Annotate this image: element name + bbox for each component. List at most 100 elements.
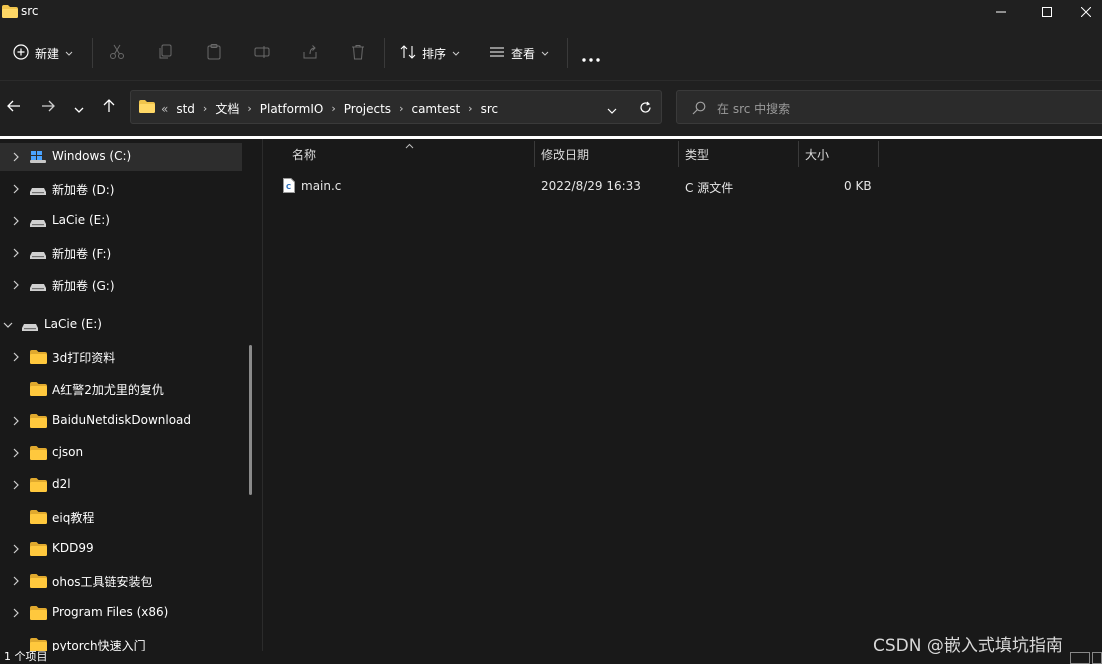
c-file-icon: C <box>283 178 295 196</box>
cut-icon[interactable] <box>109 44 125 63</box>
chevron-right-icon[interactable] <box>10 543 22 555</box>
breadcrumb-overflow[interactable]: « <box>161 102 168 116</box>
sidebar-item-folder[interactable]: A红警2加尤里的复仇 <box>0 375 242 403</box>
chevron-right-icon[interactable] <box>10 607 22 619</box>
column-header-type[interactable]: 类型 <box>685 141 709 167</box>
chevron-right-icon: › <box>247 102 252 115</box>
file-type: C 源文件 <box>685 181 734 195</box>
breadcrumb-item[interactable]: Projects <box>344 102 391 116</box>
sidebar-item-lacie-e[interactable]: LaCie (E:) <box>0 207 242 235</box>
tiles-view-icon[interactable] <box>1092 652 1102 664</box>
more-icon[interactable] <box>582 51 600 65</box>
minimize-button[interactable] <box>978 0 1024 24</box>
sort-button[interactable]: 排序 <box>400 38 460 68</box>
column-header-size[interactable]: 大小 <box>805 141 829 167</box>
copy-icon[interactable] <box>158 44 174 63</box>
details-view-icon[interactable] <box>1070 652 1090 664</box>
chevron-right-icon[interactable] <box>10 415 22 427</box>
forward-arrow-icon[interactable] <box>41 99 55 116</box>
sidebar-item-label: KDD99 <box>52 541 94 555</box>
new-button[interactable]: 新建 <box>13 38 73 68</box>
chevron-right-icon[interactable] <box>10 183 22 195</box>
window-title: src <box>21 4 39 18</box>
breadcrumb-item[interactable]: camtest <box>411 102 460 116</box>
search-icon <box>692 101 706 118</box>
breadcrumb-item[interactable]: std <box>176 102 195 116</box>
paste-icon[interactable] <box>206 44 222 63</box>
chevron-right-icon[interactable] <box>10 151 22 163</box>
sidebar-item-drive-f[interactable]: 新加卷 (F:) <box>0 239 242 267</box>
toolbar-divider <box>384 38 385 68</box>
sidebar-item-label: 新加卷 (G:) <box>52 279 115 293</box>
recent-chevron-icon[interactable] <box>74 103 84 117</box>
address-dropdown-icon[interactable] <box>607 104 617 118</box>
sidebar-item-folder[interactable]: cjson <box>0 439 242 467</box>
delete-icon[interactable] <box>350 44 366 63</box>
chevron-right-icon[interactable] <box>10 279 22 291</box>
column-divider[interactable] <box>878 141 879 167</box>
chevron-right-icon[interactable] <box>10 215 22 227</box>
sidebar-item-folder[interactable]: d2l <box>0 471 242 499</box>
back-arrow-icon[interactable] <box>7 99 21 116</box>
up-arrow-icon[interactable] <box>102 99 116 116</box>
close-button[interactable] <box>1070 0 1102 24</box>
column-header-name[interactable]: 名称 <box>292 141 316 167</box>
sidebar-item-drive-g[interactable]: 新加卷 (G:) <box>0 271 242 299</box>
folder-icon <box>30 446 47 463</box>
new-button-label: 新建 <box>35 46 60 61</box>
chevron-right-icon: › <box>331 102 336 115</box>
sidebar-item-label: Windows (C:) <box>52 149 132 163</box>
sidebar-item-folder[interactable]: 3d打印资料 <box>0 343 242 371</box>
sidebar-item-folder[interactable]: KDD99 <box>0 535 242 563</box>
maximize-button[interactable] <box>1024 0 1070 24</box>
column-divider[interactable] <box>678 141 679 167</box>
breadcrumb-item[interactable]: PlatformIO <box>260 102 324 116</box>
watermark: CSDN @嵌入式填坑指南 <box>873 636 1063 656</box>
folder-icon <box>30 350 47 367</box>
drive-icon <box>30 185 46 199</box>
command-bar: 新建 排序 查看 <box>0 24 1102 81</box>
sidebar-item-folder[interactable]: Program Files (x86) <box>0 599 242 627</box>
plus-icon <box>13 43 29 63</box>
toolbar-divider <box>92 38 93 68</box>
view-button[interactable]: 查看 <box>489 38 549 68</box>
chevron-right-icon[interactable] <box>10 351 22 363</box>
sidebar-item-label: 新加卷 (D:) <box>52 183 115 197</box>
sort-caret-icon <box>405 138 414 152</box>
rename-icon[interactable] <box>254 44 270 63</box>
chevron-down-icon[interactable] <box>2 319 14 331</box>
sidebar-item-label: LaCie (E:) <box>44 317 102 331</box>
sidebar-item-label: A红警2加尤里的复仇 <box>52 383 164 397</box>
search-input[interactable]: 在 src 中搜索 <box>717 100 790 117</box>
address-row: « std › 文档 › PlatformIO › Projects › cam… <box>0 81 1102 136</box>
chevron-right-icon[interactable] <box>10 479 22 491</box>
drive-icon <box>30 281 46 295</box>
column-divider[interactable] <box>798 141 799 167</box>
chevron-right-icon[interactable] <box>10 447 22 459</box>
view-button-label: 查看 <box>511 46 536 61</box>
address-bar[interactable]: « std › 文档 › PlatformIO › Projects › cam… <box>130 90 662 124</box>
file-name[interactable]: main.c <box>301 179 341 193</box>
chevron-right-icon[interactable] <box>10 247 22 259</box>
chevron-right-icon: › <box>468 102 473 115</box>
sidebar-item-label: ohos工具链安装包 <box>52 575 153 589</box>
refresh-icon[interactable] <box>639 101 652 117</box>
column-divider[interactable] <box>534 141 535 167</box>
sidebar-item-windows-c[interactable]: Windows (C:) <box>0 143 242 171</box>
sidebar-item-folder[interactable]: eiq教程 <box>0 503 242 531</box>
folder-icon <box>30 414 47 431</box>
breadcrumb-item[interactable]: 文档 <box>215 100 239 117</box>
sidebar-item-folder[interactable]: BaiduNetdiskDownload <box>0 407 242 435</box>
file-row[interactable]: C main.c 2022/8/29 16:33 C 源文件 0 KB <box>263 173 883 199</box>
sidebar-item-lacie-e-root[interactable]: LaCie (E:) <box>0 311 242 339</box>
sidebar-scrollbar[interactable] <box>249 345 252 495</box>
column-header-modified[interactable]: 修改日期 <box>541 141 589 167</box>
breadcrumb-item[interactable]: src <box>481 102 499 116</box>
sidebar-item-drive-d[interactable]: 新加卷 (D:) <box>0 175 242 203</box>
search-box[interactable]: 在 src 中搜索 <box>676 90 1102 124</box>
chevron-right-icon[interactable] <box>10 575 22 587</box>
view-icon <box>489 44 505 63</box>
sidebar-item-folder[interactable]: ohos工具链安装包 <box>0 567 242 595</box>
share-icon[interactable] <box>302 44 318 63</box>
file-list: 名称 修改日期 类型 大小 C main.c 2022/8/29 16:33 C… <box>263 139 1102 651</box>
